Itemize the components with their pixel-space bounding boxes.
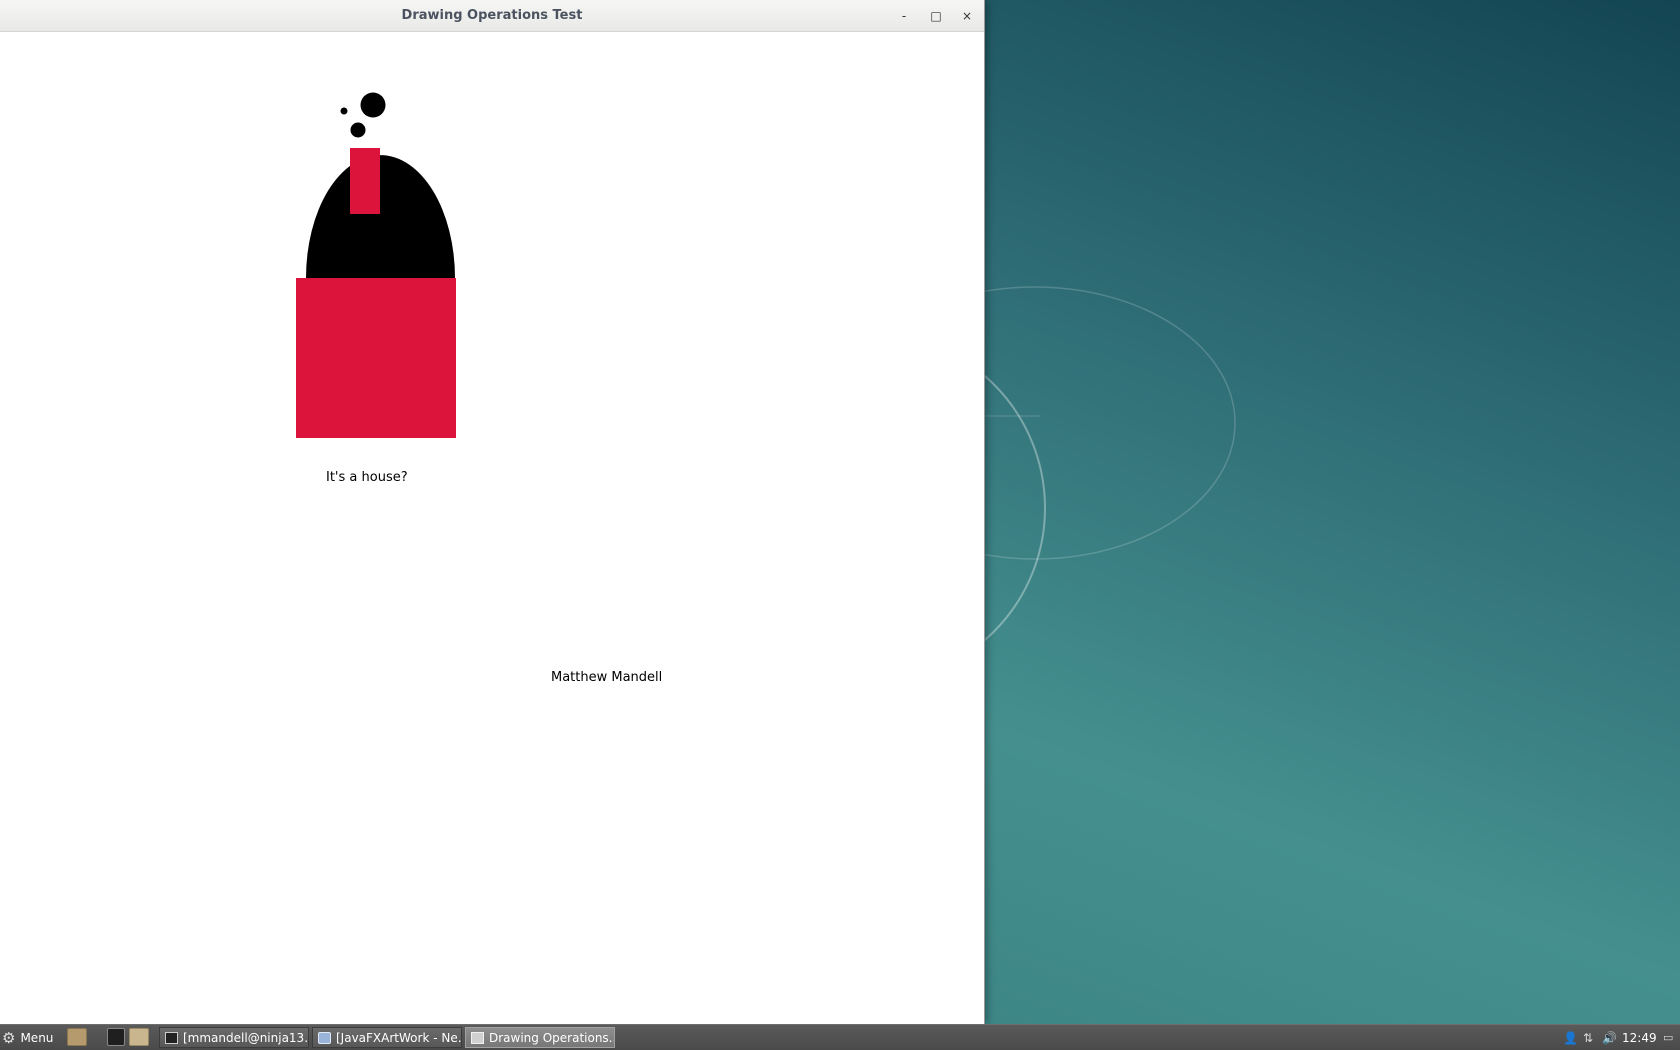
menu-label: Menu [20,1030,54,1045]
netbeans-icon [318,1031,331,1044]
terminal-launcher-icon[interactable] [107,1028,125,1046]
window-title: Drawing Operations Test [401,8,583,23]
volume-icon[interactable]: 🔊 [1602,1025,1617,1050]
task-label: [mmandell@ninja13... [183,1030,309,1045]
show-desktop-icon[interactable]: ▭ [1663,1025,1673,1050]
user-icon[interactable]: 👤 [1563,1025,1578,1050]
smoke-puff-large [360,92,386,118]
window-titlebar[interactable]: Drawing Operations Test - □ × [0,0,984,32]
taskbar: ⚙ Menu [mmandell@ninja13... [JavaFXArtWo… [0,1024,1680,1050]
taskbar-item-netbeans[interactable]: [JavaFXArtWork - Ne... [312,1027,462,1048]
roof-shape [306,155,455,278]
house-caption: It's a house? [326,470,408,485]
minimize-button[interactable]: - [894,6,914,26]
house-drawing [296,92,456,438]
window-icon [471,1031,484,1044]
author-caption: Matthew Mandell [551,670,663,685]
chimney-shape [350,148,380,214]
gear-icon: ⚙ [2,1028,16,1047]
app-window[interactable]: Drawing Operations Test - □ × It's a hou… [0,0,985,1024]
home-folder-launcher-icon[interactable] [67,1028,87,1046]
network-icon[interactable]: ⇅ [1583,1025,1593,1050]
close-button[interactable]: × [957,6,977,26]
clock[interactable]: 12:49 [1622,1025,1657,1050]
menu-button[interactable]: ⚙ Menu [2,1025,53,1050]
terminal-icon [165,1031,178,1044]
file-manager-launcher-icon[interactable] [129,1028,149,1046]
task-label: [JavaFXArtWork - Ne... [336,1030,462,1045]
smoke-puff-medium [350,122,366,138]
drawing-canvas: It's a house? Matthew Mandell [0,32,984,1024]
task-label: Drawing Operations... [489,1030,615,1045]
wall-shape [296,278,456,438]
taskbar-item-terminal[interactable]: [mmandell@ninja13... [159,1027,309,1048]
maximize-button[interactable]: □ [926,6,946,26]
taskbar-item-drawing-operations[interactable]: Drawing Operations... [465,1027,615,1048]
smoke-puff-small [340,107,348,115]
